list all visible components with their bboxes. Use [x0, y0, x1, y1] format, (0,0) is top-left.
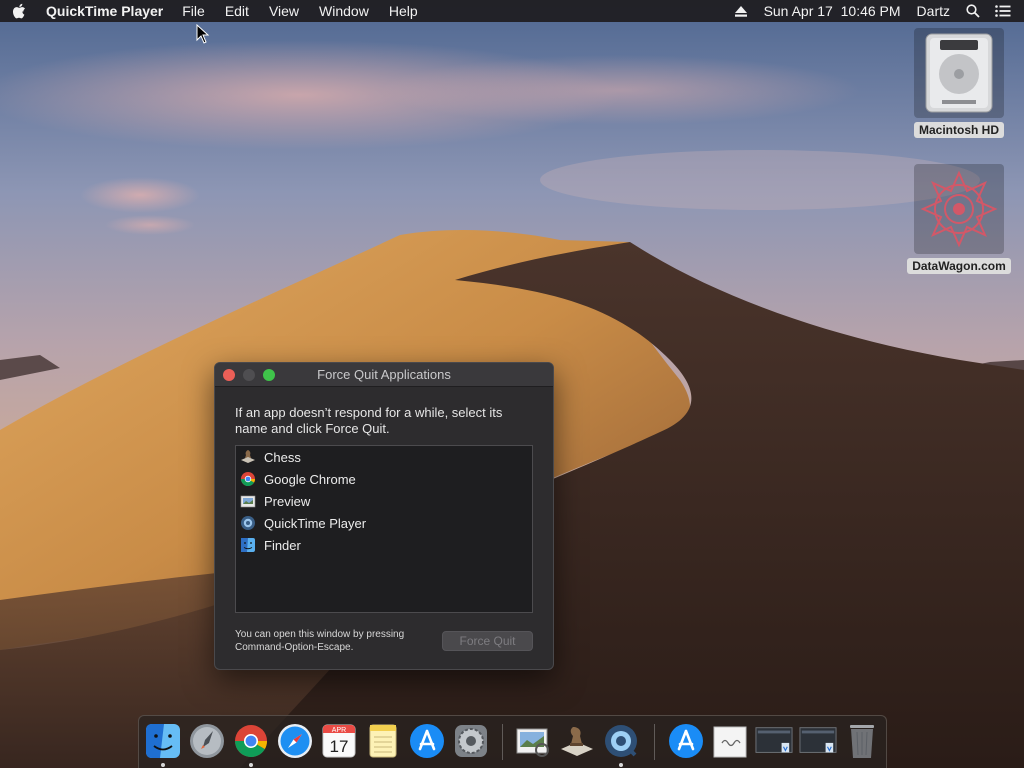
keyboard-shortcut-hint: You can open this window by pressing Com… [235, 629, 405, 653]
trash-icon [850, 725, 874, 758]
dock-item-preview[interactable] [514, 722, 552, 760]
calendar-icon: APR 17 [322, 724, 356, 758]
spotlight-search-icon[interactable] [958, 0, 988, 22]
chess-icon [240, 449, 256, 465]
desktop-icon-label: DataWagon.com [907, 258, 1011, 274]
dock: APR 17 [138, 715, 887, 768]
dock-item-quicktime[interactable] [602, 722, 640, 760]
app-row-label: QuickTime Player [264, 515, 367, 531]
running-indicator [619, 763, 623, 767]
app-row-preview[interactable]: Preview [236, 490, 532, 512]
preview-icon [516, 728, 549, 757]
finder-icon [146, 724, 180, 758]
menu-view[interactable]: View [259, 0, 309, 22]
menu-bar: QuickTime Player File Edit View Window H… [0, 0, 1024, 22]
dock-separator [502, 724, 503, 760]
dock-item-screenshot-stack[interactable] [755, 722, 793, 760]
launchpad-icon [190, 724, 224, 758]
dock-item-launchpad[interactable] [188, 722, 226, 760]
dock-item-calendar[interactable]: APR 17 [320, 722, 358, 760]
system-preferences-icon [455, 725, 487, 757]
force-quit-description: If an app doesn’t respond for a while, s… [235, 405, 503, 436]
force-quit-window: Force Quit Applications If an app doesn’… [214, 362, 554, 670]
force-quit-button[interactable]: Force Quit [442, 631, 533, 651]
screenshot-stack-icon [755, 727, 793, 753]
preview-icon [240, 493, 256, 509]
running-indicator [249, 763, 253, 767]
desktop-icon-label: Macintosh HD [913, 122, 1004, 138]
quicktime-icon [605, 725, 637, 757]
notification-center-icon[interactable] [988, 0, 1018, 22]
dock-item-document-stack[interactable] [711, 722, 749, 760]
menu-edit[interactable]: Edit [215, 0, 259, 22]
desktop-icon-datawagon[interactable]: DataWagon.com [899, 164, 1019, 274]
quicktime-icon [240, 515, 256, 531]
app-row-label: Google Chrome [264, 471, 356, 487]
menu-help[interactable]: Help [379, 0, 428, 22]
window-titlebar[interactable]: Force Quit Applications [215, 363, 553, 387]
apple-icon[interactable] [0, 0, 38, 22]
menu-bar-clock[interactable]: Sun Apr 17 10:46 PM [756, 0, 909, 22]
calendar-month: APR [332, 727, 346, 734]
dock-item-chrome[interactable] [232, 722, 270, 760]
menu-file[interactable]: File [172, 0, 215, 22]
app-row-google-chrome[interactable]: Google Chrome [236, 468, 532, 490]
notes-icon [369, 724, 397, 758]
dock-item-app-store[interactable] [408, 722, 446, 760]
dock-item-system-preferences[interactable] [452, 722, 490, 760]
safari-icon [278, 724, 312, 758]
app-row-finder[interactable]: Finder [236, 534, 532, 556]
dock-item-screenshot-stack-2[interactable] [799, 722, 837, 760]
eject-icon[interactable] [726, 0, 756, 22]
app-row-label: Chess [264, 449, 301, 465]
app-row-label: Finder [264, 537, 301, 553]
mandala-disk-image-icon [914, 164, 1004, 254]
menu-app-name[interactable]: QuickTime Player [38, 0, 172, 22]
screenshot-stack-2-icon [799, 727, 837, 753]
app-row-chess[interactable]: Chess [236, 446, 532, 468]
zoom-button[interactable] [263, 369, 275, 381]
chess-icon [561, 727, 593, 756]
close-button[interactable] [223, 369, 235, 381]
downloads-app-store-icon [669, 724, 703, 758]
running-indicator [161, 763, 165, 767]
dock-separator [654, 724, 655, 760]
hard-drive-icon [914, 28, 1004, 118]
dock-item-trash[interactable] [843, 722, 881, 760]
menu-window[interactable]: Window [309, 0, 379, 22]
chrome-icon [235, 725, 268, 758]
chrome-icon [240, 471, 256, 487]
dock-item-chess[interactable] [558, 722, 596, 760]
mouse-cursor-icon [196, 23, 210, 48]
app-row-quicktime-player[interactable]: QuickTime Player [236, 512, 532, 534]
calendar-day: 17 [330, 737, 349, 756]
finder-icon [240, 537, 256, 553]
menu-bar-status-area: Sun Apr 17 10:46 PM Dartz [726, 0, 1024, 22]
app-list[interactable]: Chess Google Chrome Preview QuickTime Pl… [235, 445, 533, 613]
document-stack-icon [713, 726, 747, 758]
dock-item-finder[interactable] [144, 722, 182, 760]
dock-item-notes[interactable] [364, 722, 402, 760]
dock-item-safari[interactable] [276, 722, 314, 760]
dock-item-downloads[interactable] [667, 722, 705, 760]
app-row-label: Preview [264, 493, 311, 509]
minimize-button[interactable] [243, 369, 255, 381]
menu-bar-user[interactable]: Dartz [909, 0, 958, 22]
desktop-icon-macintosh-hd[interactable]: Macintosh HD [899, 28, 1019, 138]
app-store-icon [410, 724, 444, 758]
